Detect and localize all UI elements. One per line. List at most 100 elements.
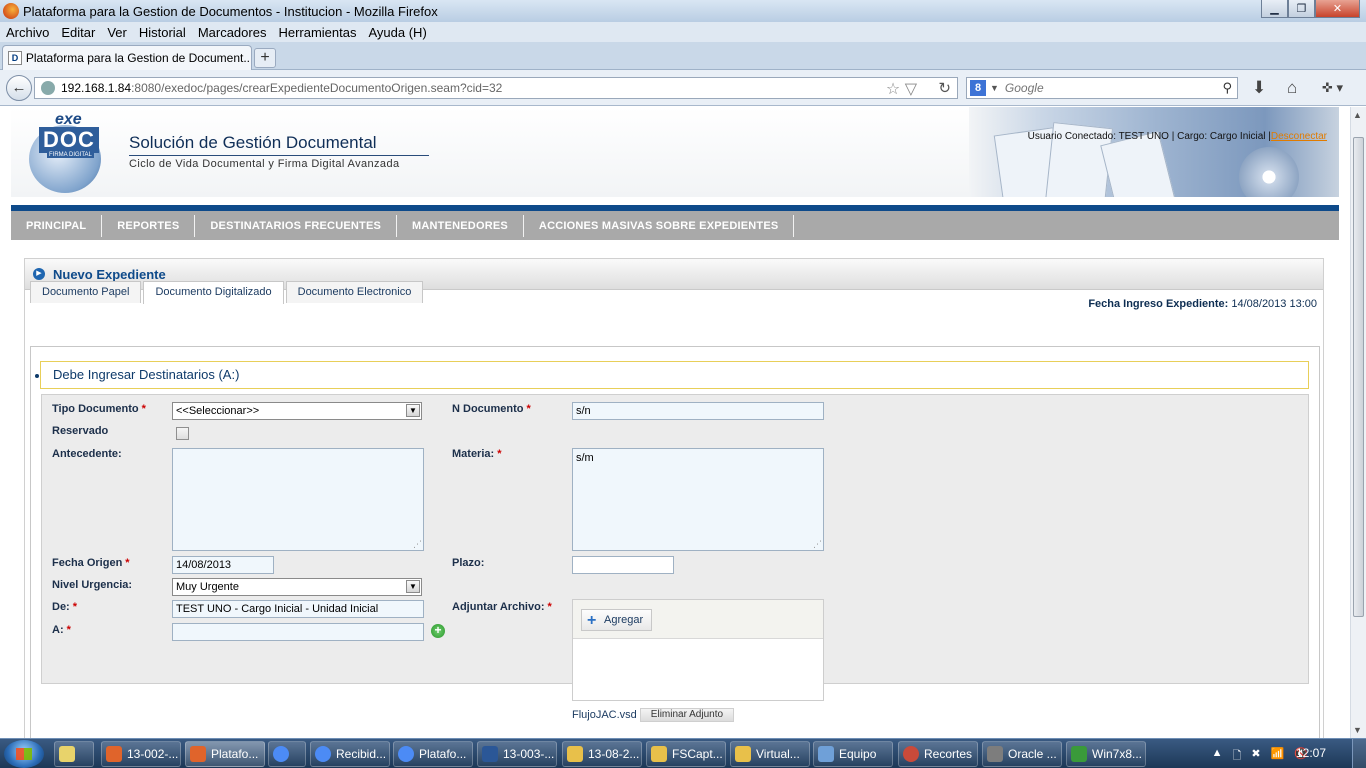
taskbar-item[interactable]: Virtual...: [730, 741, 810, 767]
add-destinatario-icon[interactable]: +: [431, 624, 445, 638]
tray-expand-icon[interactable]: ▲: [1212, 747, 1223, 766]
antecedente-textarea[interactable]: ⋰: [172, 448, 424, 551]
show-desktop-button[interactable]: [1352, 739, 1366, 768]
n-documento-label: N Documento *: [452, 403, 531, 415]
menu-editar[interactable]: Editar: [61, 25, 95, 40]
reservado-checkbox[interactable]: [176, 427, 189, 440]
n-documento-input[interactable]: s/n: [572, 402, 824, 420]
nav-acciones-masivas[interactable]: ACCIONES MASIVAS SOBRE EXPEDIENTES: [524, 214, 795, 237]
banner-disc: [1239, 147, 1299, 197]
menu-ayuda[interactable]: Ayuda (H): [368, 25, 426, 40]
nav-principal[interactable]: PRINCIPAL: [11, 214, 103, 237]
tools-icon[interactable]: ✜ ▾: [1322, 80, 1343, 96]
exedoc-logo: exe DOC FIRMA DIGITAL: [25, 111, 115, 195]
browser-tab[interactable]: D Plataforma para la Gestion de Document…: [2, 45, 252, 70]
virtualbox-icon: [987, 746, 1003, 762]
taskbar-clock[interactable]: 12:07: [1296, 746, 1326, 760]
reload-icon[interactable]: ↻: [938, 79, 951, 97]
scroll-down-icon[interactable]: ▼: [1353, 725, 1362, 735]
menu-archivo[interactable]: Archivo: [6, 25, 49, 40]
taskbar-item[interactable]: [268, 741, 306, 767]
back-button[interactable]: ←: [6, 75, 32, 101]
browser-tab-label: Plataforma para la Gestion de Document..…: [25, 51, 251, 65]
taskbar-item[interactable]: Platafo...: [393, 741, 473, 767]
plazo-input[interactable]: [572, 556, 674, 574]
taskbar-item[interactable]: Recortes: [898, 741, 978, 767]
materia-textarea[interactable]: s/m ⋰: [572, 448, 824, 551]
bookmark-star-icon[interactable]: ☆ ▽: [886, 79, 917, 99]
fecha-ingreso-label: Fecha Ingreso Expediente:: [1088, 298, 1229, 310]
notes-icon: [59, 746, 75, 762]
system-tray: ▲ 🗋 ✖ 📶 🔇: [1202, 747, 1308, 766]
taskbar-item[interactable]: 13-08-2...: [562, 741, 642, 767]
warning-bullet: [35, 374, 39, 378]
taskbar-item[interactable]: 13-002-...: [101, 741, 181, 767]
search-icon[interactable]: ⚲: [1222, 80, 1232, 96]
nivel-urgencia-label: Nivel Urgencia:: [52, 579, 133, 591]
eliminar-adjunto-button[interactable]: Eliminar Adjunto: [639, 708, 735, 722]
tab-strip: D Plataforma para la Gestion de Document…: [0, 42, 1366, 70]
taskbar-item[interactable]: Oracle ...: [982, 741, 1062, 767]
menu-ver[interactable]: Ver: [107, 25, 127, 40]
resize-grip-icon[interactable]: ⋰: [413, 539, 422, 550]
search-bar[interactable]: 8 ▼ ⚲: [966, 77, 1238, 99]
logo-firma: FIRMA DIGITAL: [47, 152, 94, 158]
resize-grip-icon[interactable]: ⋰: [813, 539, 822, 550]
minimize-button[interactable]: ▁: [1261, 0, 1288, 18]
url-bar[interactable]: 192.168.1.84 :8080/exedoc/pages/crearExp…: [34, 77, 958, 99]
start-button[interactable]: [4, 740, 44, 768]
taskbar-item[interactable]: 13-003-...: [477, 741, 557, 767]
panel-title: Nuevo Expediente: [53, 267, 166, 282]
google-icon[interactable]: 8: [970, 80, 986, 96]
taskbar-item[interactable]: Win7x8...: [1066, 741, 1146, 767]
logout-link[interactable]: Desconectar: [1271, 131, 1327, 142]
tab-documento-electronico[interactable]: Documento Electronico: [285, 281, 424, 303]
taskbar-item[interactable]: Recibid...: [310, 741, 390, 767]
vm-window-icon: [1071, 746, 1087, 762]
play-circle-icon: ▶: [33, 268, 45, 280]
document-tabs: Documento Papel Documento Digitalizado D…: [30, 281, 425, 304]
menu-herramientas[interactable]: Herramientas: [278, 25, 356, 40]
nav-mantenedores[interactable]: MANTENEDORES: [397, 214, 524, 237]
taskbar-item[interactable]: FSCapt...: [646, 741, 726, 767]
maximize-button[interactable]: ❐: [1288, 0, 1315, 18]
tab-documento-papel[interactable]: Documento Papel: [30, 281, 142, 303]
tab-documento-digitalizado[interactable]: Documento Digitalizado: [143, 281, 284, 304]
a-input[interactable]: [172, 623, 424, 641]
snipping-tool-icon: [903, 746, 919, 762]
attached-file-name: FlujoJAC.vsd: [572, 709, 637, 721]
taskbar-item[interactable]: Platafo...: [185, 741, 265, 767]
nav-reportes[interactable]: REPORTES: [102, 214, 196, 237]
home-icon[interactable]: ⌂: [1287, 78, 1297, 98]
nivel-urgencia-select[interactable]: Muy Urgente ▼: [172, 578, 422, 596]
chevron-down-icon[interactable]: ▼: [990, 83, 999, 93]
fecha-origen-input[interactable]: 14/08/2013: [172, 556, 274, 574]
de-input[interactable]: TEST UNO - Cargo Inicial - Unidad Inicia…: [172, 600, 424, 618]
close-button[interactable]: ✕: [1315, 0, 1360, 18]
menu-historial[interactable]: Historial: [139, 25, 186, 40]
tray-signal-icon[interactable]: 📶: [1271, 747, 1285, 766]
agregar-button[interactable]: + Agregar: [581, 609, 653, 631]
new-tab-button[interactable]: +: [254, 48, 276, 68]
firefox-icon: [106, 746, 122, 762]
nivel-urgencia-value: Muy Urgente: [176, 581, 239, 593]
tipo-documento-select[interactable]: <<Seleccionar>> ▼: [172, 402, 422, 420]
scroll-thumb[interactable]: [1353, 137, 1364, 617]
app-subtitle: Ciclo de Vida Documental y Firma Digital…: [129, 158, 400, 170]
url-host: 192.168.1.84: [61, 81, 132, 95]
taskbar-notes-icon[interactable]: [54, 741, 94, 767]
menu-marcadores[interactable]: Marcadores: [198, 25, 267, 40]
agregar-label: Agregar: [604, 614, 644, 626]
taskbar-item[interactable]: Equipo: [813, 741, 893, 767]
nav-destinatarios-frecuentes[interactable]: DESTINATARIOS FRECUENTES: [195, 214, 398, 237]
tray-action-center-icon[interactable]: 🗋: [1233, 747, 1242, 766]
attached-file-row: FlujoJAC.vsd Eliminar Adjunto: [572, 708, 735, 722]
tray-network-error-icon[interactable]: ✖: [1251, 747, 1260, 766]
download-icon[interactable]: ⬇: [1252, 78, 1266, 98]
taskbar-item-label: Platafo...: [211, 747, 259, 761]
page-scrollbar[interactable]: ▲ ▼: [1350, 107, 1366, 738]
scroll-up-icon[interactable]: ▲: [1353, 110, 1362, 120]
main-navigation: PRINCIPAL REPORTES DESTINATARIOS FRECUEN…: [11, 205, 1339, 240]
search-input[interactable]: [1004, 81, 1205, 95]
user-info: Usuario Conectado: TEST UNO | Cargo: Car…: [1028, 131, 1327, 142]
